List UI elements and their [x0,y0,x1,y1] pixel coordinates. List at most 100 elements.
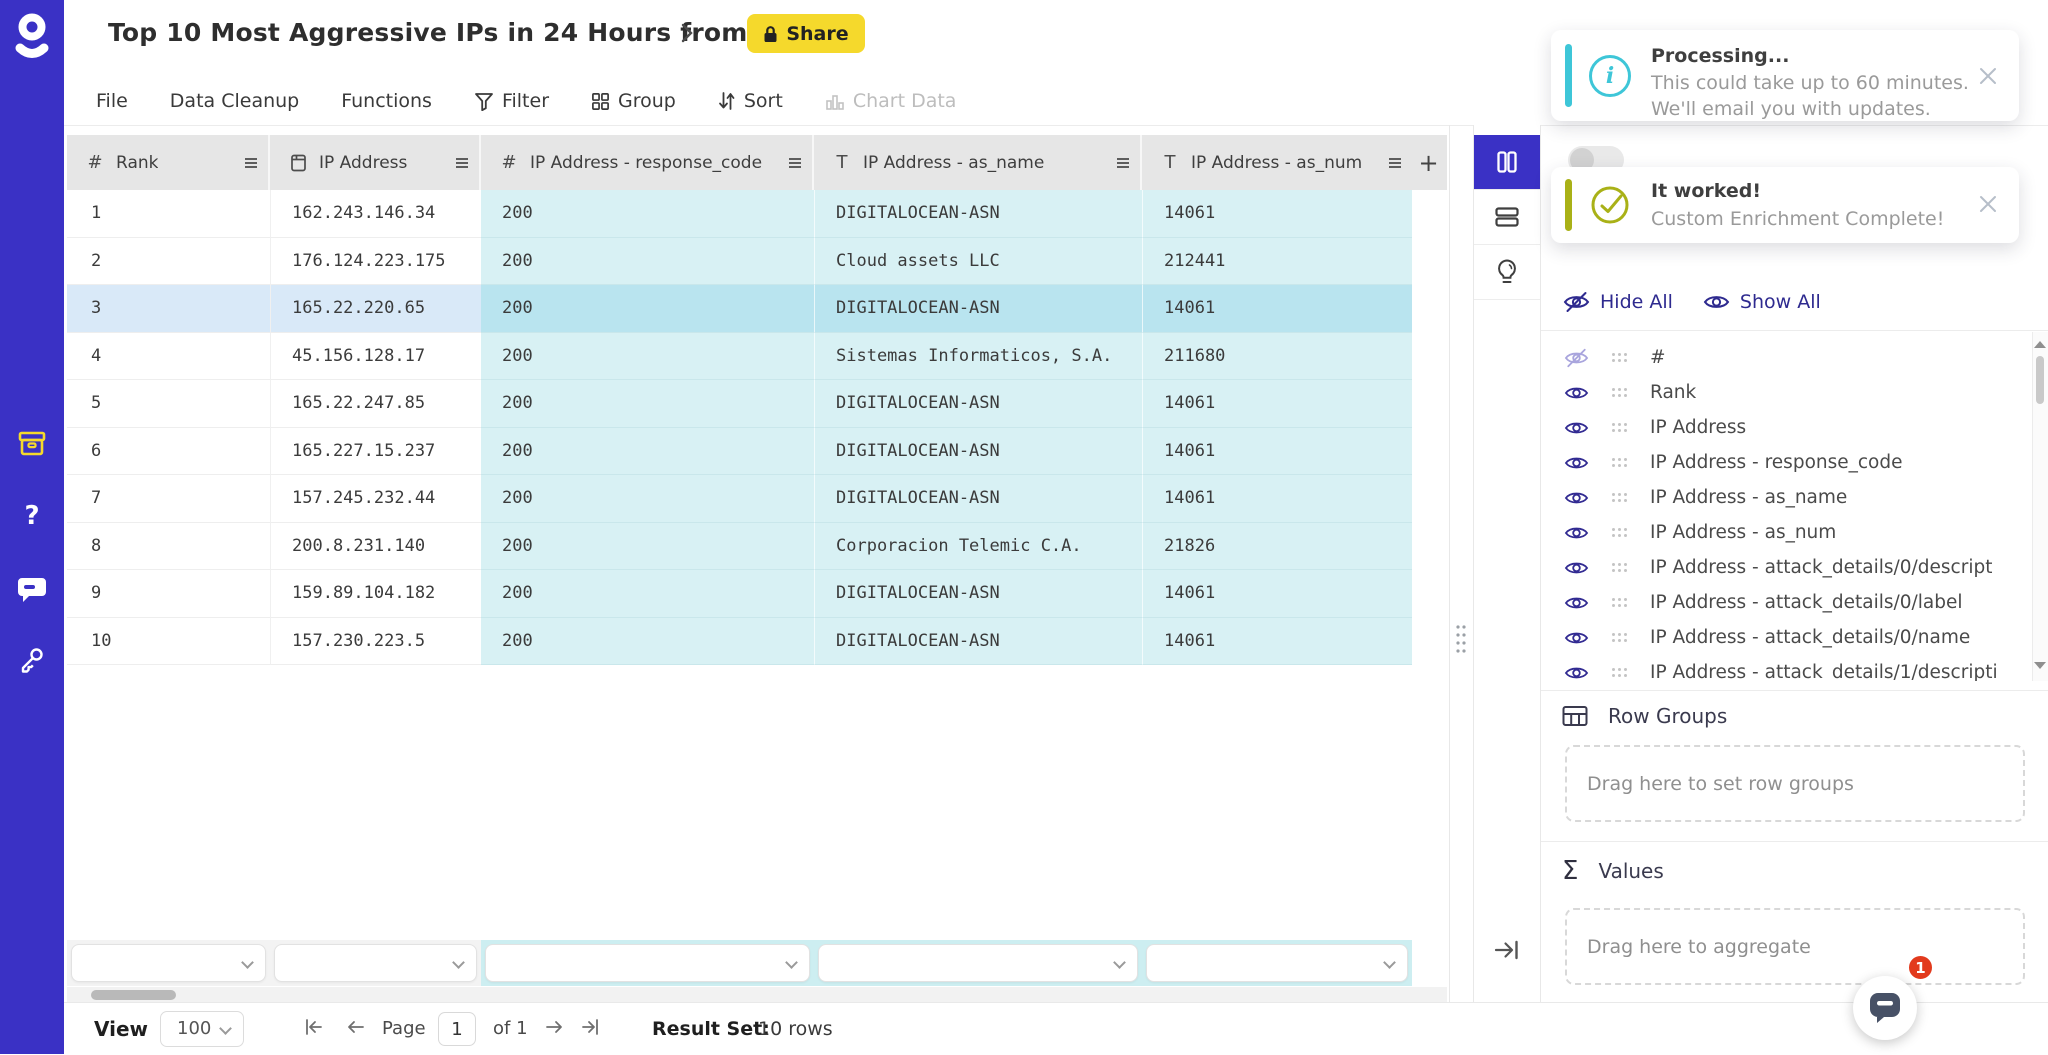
cell-response-code[interactable]: 200 [481,333,814,381]
key-icon[interactable] [18,646,46,674]
cell-as-name[interactable]: DIGITALOCEAN-ASN [814,190,1142,238]
first-page-button[interactable] [302,1017,328,1041]
menu-file[interactable]: File [96,90,128,112]
cell-as-name[interactable]: Sistemas Informaticos, S.A. [814,333,1142,381]
panel-list-scrollbar-thumb[interactable] [2036,356,2044,404]
share-button[interactable]: Share [747,14,865,53]
column-header-ip-address[interactable]: IP Address [270,135,481,190]
eye-icon[interactable] [1563,662,1590,682]
column-header-response-code[interactable]: # IP Address - response_code [481,135,814,190]
page-size-select[interactable]: 100 [160,1011,244,1047]
close-icon[interactable] [1977,65,2001,89]
cell-response-code[interactable]: 200 [481,238,814,286]
column-header-as-name[interactable]: T IP Address - as_name [814,135,1142,190]
cell-response-code[interactable]: 200 [481,285,814,333]
cell-response-code[interactable]: 200 [481,523,814,571]
cell-ip[interactable]: 157.245.232.44 [270,475,481,523]
cell-response-code[interactable]: 200 [481,380,814,428]
column-filter-dropdown[interactable] [1146,944,1408,982]
cell-as-num[interactable]: 14061 [1142,475,1412,523]
cell-ip[interactable]: 165.22.220.65 [270,285,481,333]
gigasheet-logo-icon[interactable] [14,12,50,66]
cell-ip[interactable]: 176.124.223.175 [270,238,481,286]
eye-icon[interactable] [1563,382,1590,404]
horizontal-scrollbar[interactable] [67,987,1447,1002]
column-menu-icon[interactable] [1388,157,1402,169]
columns-tool-tab-active[interactable] [1474,135,1540,190]
cell-response-code[interactable]: 200 [481,570,814,618]
eye-icon[interactable] [1563,417,1590,439]
cell-as-num[interactable]: 14061 [1142,570,1412,618]
column-header-as-num[interactable]: T IP Address - as_num [1142,135,1412,190]
drag-handle[interactable] [1611,597,1628,608]
cell-rank[interactable]: 4 [67,333,270,381]
show-all-button[interactable]: Show All [1703,290,1821,314]
cell-response-code[interactable]: 200 [481,618,814,666]
cell-as-name[interactable]: DIGITALOCEAN-ASN [814,285,1142,333]
cell-as-num[interactable]: 21826 [1142,523,1412,571]
cell-ip[interactable]: 159.89.104.182 [270,570,481,618]
cell-as-name[interactable]: DIGITALOCEAN-ASN [814,570,1142,618]
column-filter-dropdown[interactable] [485,944,810,982]
eye-icon[interactable] [1563,522,1590,544]
cell-as-name[interactable]: Corporacion Telemic C.A. [814,523,1142,571]
cell-ip[interactable]: 162.243.146.34 [270,190,481,238]
help-icon[interactable]: ? [18,502,46,530]
next-page-button[interactable] [543,1017,569,1041]
cell-rank[interactable]: 5 [67,380,270,428]
column-filter-dropdown[interactable] [274,944,477,982]
drag-handle[interactable] [1611,492,1628,503]
menu-data-cleanup[interactable]: Data Cleanup [170,90,299,112]
add-column-button[interactable]: + [1412,135,1445,190]
collapse-panel-button[interactable] [1474,925,1540,975]
eye-off-icon[interactable] [1563,347,1590,369]
cell-rank[interactable]: 9 [67,570,270,618]
page-number-input[interactable] [438,1012,476,1046]
menu-group[interactable]: Group [591,90,676,112]
cell-ip[interactable]: 200.8.231.140 [270,523,481,571]
cell-as-num[interactable]: 14061 [1142,618,1412,666]
cell-ip[interactable]: 45.156.128.17 [270,333,481,381]
cell-rank[interactable]: 1 [67,190,270,238]
cell-rank[interactable]: 6 [67,428,270,476]
cell-as-name[interactable]: DIGITALOCEAN-ASN [814,380,1142,428]
cell-as-num[interactable]: 212441 [1142,238,1412,286]
cell-ip[interactable]: 157.230.223.5 [270,618,481,666]
cell-as-num[interactable]: 14061 [1142,285,1412,333]
cell-ip[interactable]: 165.227.15.237 [270,428,481,476]
eye-icon[interactable] [1563,557,1590,579]
rows-tool-tab[interactable] [1474,190,1540,245]
drag-handle[interactable] [1611,457,1628,468]
column-filter-dropdown[interactable] [71,944,266,982]
panel-resize-handle[interactable] [1452,623,1470,655]
chat-bubble-icon[interactable] [18,576,46,604]
drag-handle[interactable] [1611,632,1628,643]
previous-page-button[interactable] [343,1017,369,1041]
eye-icon[interactable] [1563,627,1590,649]
drag-handle[interactable] [1611,387,1628,398]
insights-tool-tab[interactable] [1474,245,1540,300]
cell-as-num[interactable]: 211680 [1142,333,1412,381]
eye-icon[interactable] [1563,592,1590,614]
title-chevron-icon[interactable] [680,22,694,44]
cell-response-code[interactable]: 200 [481,475,814,523]
close-icon[interactable] [1977,193,2001,217]
cell-as-num[interactable]: 14061 [1142,190,1412,238]
cell-ip[interactable]: 165.22.247.85 [270,380,481,428]
last-page-button[interactable] [578,1017,604,1041]
cell-as-name[interactable]: Cloud assets LLC [814,238,1142,286]
cell-response-code[interactable]: 200 [481,428,814,476]
eye-icon[interactable] [1563,452,1590,474]
cell-as-num[interactable]: 14061 [1142,380,1412,428]
cell-as-name[interactable]: DIGITALOCEAN-ASN [814,428,1142,476]
hide-all-button[interactable]: Hide All [1563,290,1673,314]
archive-box-icon[interactable] [18,430,46,458]
drag-handle[interactable] [1611,422,1628,433]
column-menu-icon[interactable] [788,157,802,169]
values-dropzone[interactable]: Drag here to aggregate [1565,908,2025,985]
column-menu-icon[interactable] [244,157,258,169]
horizontal-scrollbar-thumb[interactable] [91,990,176,1000]
chat-launcher-button[interactable] [1853,976,1917,1040]
cell-rank[interactable]: 3 [67,285,270,333]
menu-chart-data[interactable]: Chart Data [825,90,957,112]
